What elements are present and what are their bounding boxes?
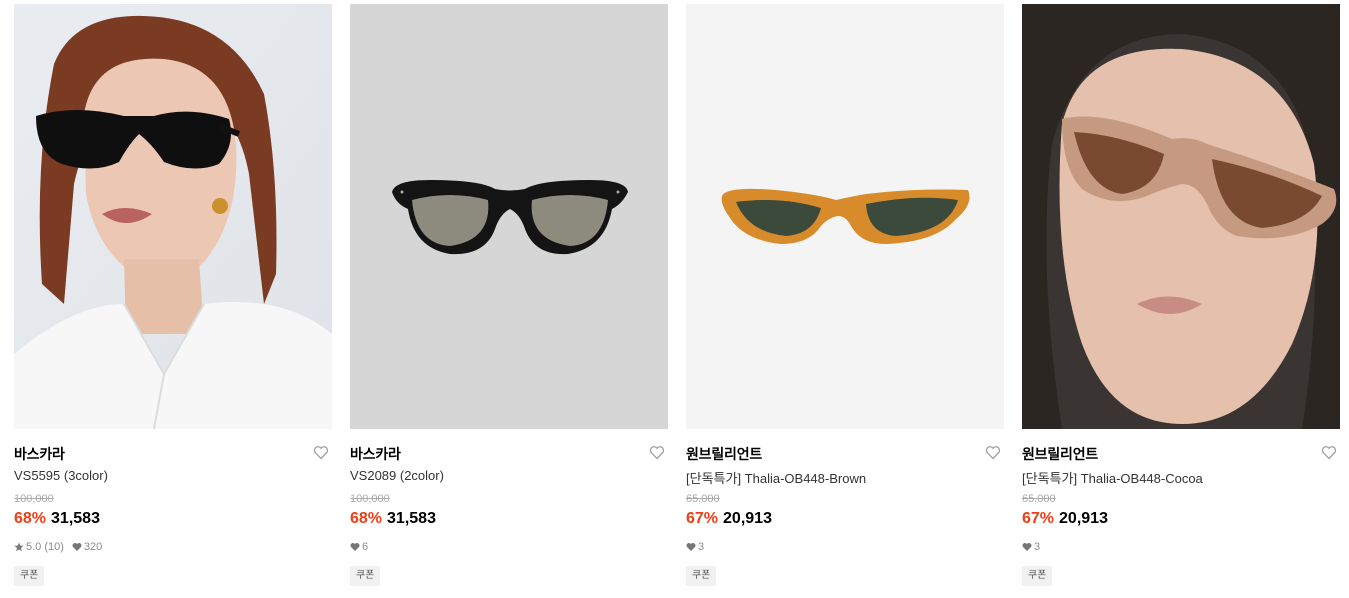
original-price: 100,000: [14, 493, 54, 505]
product-image[interactable]: [686, 4, 1004, 429]
likes-group: 6: [350, 541, 368, 553]
likes-count: 6: [362, 541, 369, 553]
product-name[interactable]: [단독특가] Thalia-OB448-Cocoa: [1022, 468, 1203, 487]
wishlist-heart-button[interactable]: [648, 444, 666, 462]
heart-outline-icon: [313, 446, 329, 460]
coupon-badge: 쿠폰: [350, 566, 381, 586]
coupon-badge: 쿠폰: [1022, 566, 1053, 586]
product-card[interactable]: 바스카라 VS5595 (3color) 100,000 68% 31,583 5…: [14, 4, 332, 598]
discount-rate: 67%: [686, 510, 719, 527]
discount-rate: 67%: [1022, 510, 1055, 527]
price-row: 68% 31,583: [14, 510, 100, 528]
model-black-sunglasses-image: [14, 4, 332, 429]
heart-filled-icon: [350, 542, 360, 552]
model-cocoa-sunglasses-image: [1022, 4, 1340, 429]
wishlist-heart-button[interactable]: [312, 444, 330, 462]
original-price: 65,000: [686, 493, 720, 505]
sale-price: 31,583: [387, 510, 436, 527]
product-name[interactable]: [단독특가] Thalia-OB448-Brown: [686, 468, 866, 487]
product-meta: 6: [350, 541, 376, 553]
brand-name[interactable]: 바스카라: [350, 444, 401, 464]
product-name[interactable]: VS2089 (2color): [350, 468, 444, 483]
heart-filled-icon: [72, 542, 82, 552]
original-price: 65,000: [1022, 493, 1056, 505]
product-card[interactable]: 원브릴리언트 [단독특가] Thalia-OB448-Brown 65,000 …: [686, 4, 1004, 598]
wishlist-heart-button[interactable]: [984, 444, 1002, 462]
brand-name[interactable]: 원브릴리언트: [1022, 444, 1098, 464]
heart-filled-icon: [1022, 542, 1032, 552]
product-image[interactable]: [350, 4, 668, 429]
product-name[interactable]: VS5595 (3color): [14, 468, 108, 483]
product-image[interactable]: [1022, 4, 1340, 429]
product-meta: 3: [686, 541, 712, 553]
product-card[interactable]: 원브릴리언트 [단독특가] Thalia-OB448-Cocoa 65,000 …: [1022, 4, 1340, 598]
likes-group: 3: [1022, 541, 1040, 553]
likes-group: 320: [72, 541, 102, 553]
likes-group: 3: [686, 541, 704, 553]
price-row: 67% 20,913: [686, 510, 772, 528]
brand-name[interactable]: 원브릴리언트: [686, 444, 762, 464]
likes-count: 320: [83, 541, 103, 553]
product-grid: 바스카라 VS5595 (3color) 100,000 68% 31,583 5…: [14, 4, 1340, 598]
product-card[interactable]: 바스카라 VS2089 (2color) 100,000 68% 31,583 6…: [350, 4, 668, 598]
price-row: 68% 31,583: [350, 510, 436, 528]
sale-price: 31,583: [51, 510, 100, 527]
product-meta: 5.0 (10) 320: [14, 541, 110, 553]
discount-rate: 68%: [350, 510, 383, 527]
discount-rate: 68%: [14, 510, 47, 527]
sale-price: 20,913: [1059, 510, 1108, 527]
orange-cateye-sunglasses-image: [686, 4, 1004, 429]
product-image[interactable]: [14, 4, 332, 429]
heart-outline-icon: [1321, 446, 1337, 460]
rating-group: 5.0 (10): [14, 541, 64, 553]
likes-count: 3: [1034, 541, 1041, 553]
wishlist-heart-button[interactable]: [1320, 444, 1338, 462]
rating-value: 5.0 (10): [26, 541, 64, 553]
original-price: 100,000: [350, 493, 390, 505]
product-meta: 3: [1022, 541, 1048, 553]
heart-outline-icon: [649, 446, 665, 460]
sale-price: 20,913: [723, 510, 772, 527]
heart-outline-icon: [985, 446, 1001, 460]
price-row: 67% 20,913: [1022, 510, 1108, 528]
likes-count: 3: [698, 541, 705, 553]
black-round-sunglasses-image: [350, 4, 668, 429]
coupon-badge: 쿠폰: [14, 566, 45, 586]
star-icon: [14, 542, 24, 552]
heart-filled-icon: [686, 542, 696, 552]
coupon-badge: 쿠폰: [686, 566, 717, 586]
brand-name[interactable]: 바스카라: [14, 444, 65, 464]
